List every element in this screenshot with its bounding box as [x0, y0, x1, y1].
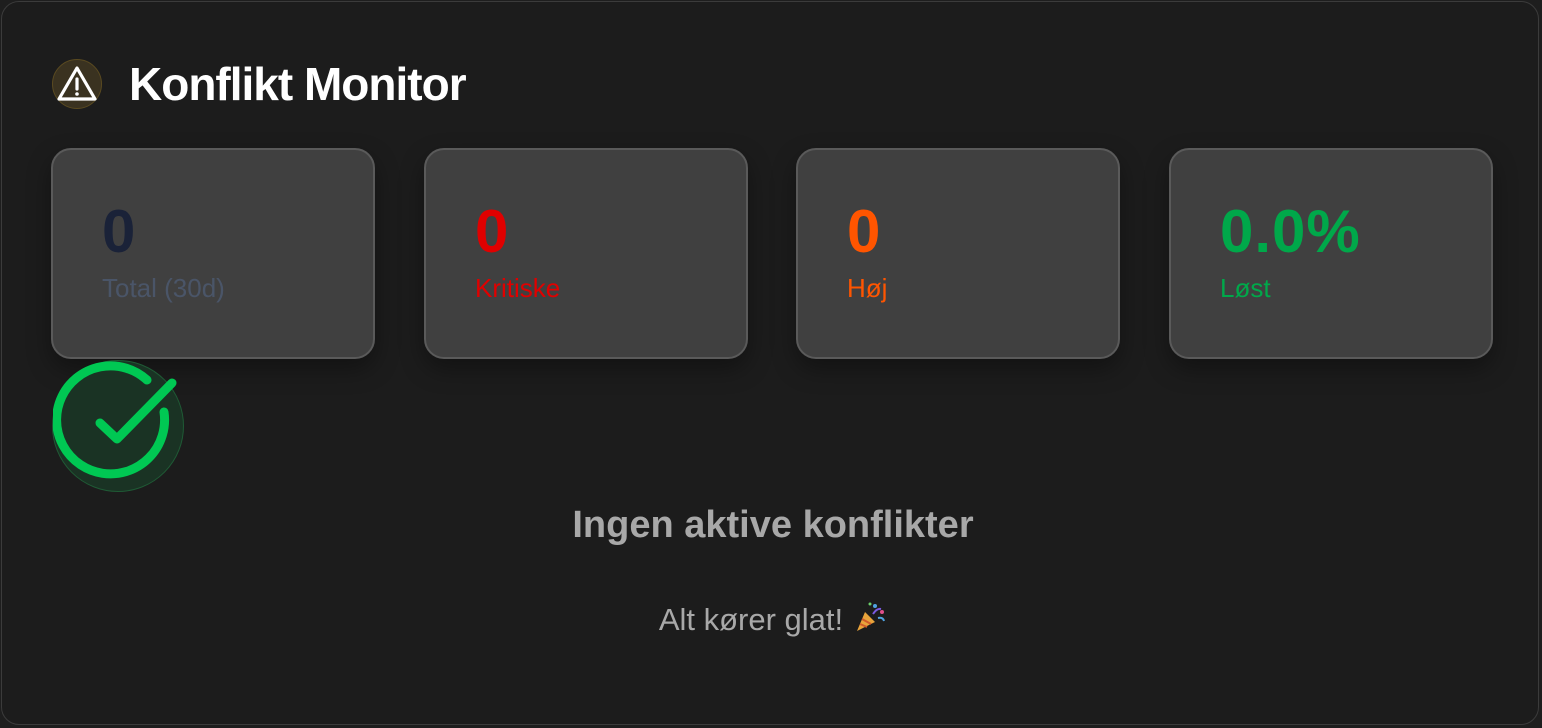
- stat-label-total: Total (30d): [102, 273, 225, 303]
- stat-label-high: Høj: [847, 273, 888, 303]
- stat-card-critical: 0 Kritiske: [424, 148, 748, 359]
- stat-card-total: 0 Total (30d): [51, 148, 375, 359]
- page-title: Konflikt Monitor: [129, 58, 467, 110]
- header: Konflikt Monitor: [52, 57, 467, 111]
- conflict-monitor-panel: Konflikt Monitor 0 Total (30d) 0 Kritisk…: [1, 1, 1539, 725]
- stat-value-resolved: 0.0%: [1220, 198, 1361, 265]
- empty-state-subtitle-text: Alt kører glat!: [658, 602, 844, 637]
- stat-value-critical: 0: [475, 198, 510, 265]
- stat-label-resolved: Løst: [1220, 273, 1271, 303]
- party-popper-icon: [853, 600, 887, 634]
- empty-state-subtitle: Alt kører glat!: [2, 600, 1542, 637]
- stat-value-high: 0: [847, 198, 882, 265]
- warning-triangle-icon: [52, 59, 102, 109]
- stat-card-high: 0 Høj: [796, 148, 1120, 359]
- stat-value-total: 0: [102, 198, 137, 265]
- stat-card-resolved: 0.0% Løst: [1169, 148, 1493, 359]
- check-circle-icon: [52, 360, 184, 492]
- stat-label-critical: Kritiske: [475, 273, 561, 303]
- empty-state-title: Ingen aktive konflikter: [572, 504, 974, 546]
